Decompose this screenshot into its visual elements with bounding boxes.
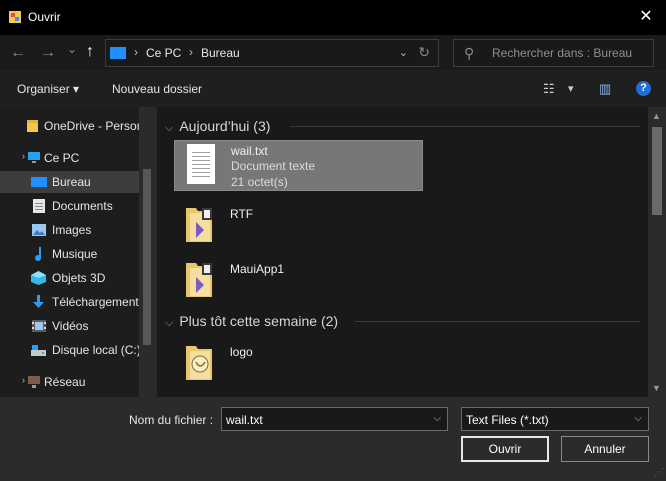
refresh-button[interactable]: ↻ bbox=[418, 44, 430, 61]
group-divider bbox=[290, 126, 640, 127]
search-icon: ⚲ bbox=[464, 45, 475, 61]
sidebar-item-label: Images bbox=[52, 223, 92, 237]
network-icon bbox=[28, 375, 43, 389]
command-bar: Organiser ▾ Nouveau dossier ☷ ▾ ▥ bbox=[0, 70, 666, 107]
breadcrumb-ce-pc[interactable]: Ce PC bbox=[146, 46, 181, 60]
group-header-earlier-this-week[interactable]: ⌵ Plus tôt cette semaine (2) bbox=[165, 313, 338, 330]
filename-label: Nom du fichier : bbox=[129, 413, 214, 427]
new-folder-button[interactable]: Nouveau dossier bbox=[112, 82, 202, 96]
folder-item-rtf[interactable]: RTF bbox=[174, 200, 423, 248]
close-button[interactable]: ✕ bbox=[636, 6, 656, 26]
search-box[interactable]: ⚲ bbox=[453, 39, 654, 67]
forward-button[interactable]: → bbox=[40, 44, 56, 62]
file-type-select[interactable]: Text Files (*.txt) ⌵ bbox=[461, 407, 649, 431]
group-header-label: Aujourd’hui (3) bbox=[179, 118, 271, 134]
sidebar-item-label: Bureau bbox=[52, 175, 91, 189]
objects3d-icon bbox=[31, 271, 46, 285]
title-bar: Ouvrir ✕ bbox=[0, 0, 666, 35]
sidebar-item-objets-3d[interactable]: Objets 3D bbox=[0, 267, 139, 289]
recent-locations-button[interactable]: ⌄ bbox=[67, 42, 77, 56]
computer-icon bbox=[28, 151, 43, 165]
sidebar-item-label: Réseau bbox=[44, 375, 86, 389]
sidebar-item-videos[interactable]: Vidéos bbox=[0, 315, 139, 337]
sidebar-item-bureau[interactable]: Bureau bbox=[0, 171, 139, 193]
file-item-wail-txt[interactable]: wail.txt Document texte 21 octet(s) bbox=[174, 140, 423, 191]
file-size: 21 octet(s) bbox=[231, 175, 288, 189]
sidebar-item-label: Disque local (C:) bbox=[52, 343, 139, 357]
sidebar-item-label: Téléchargements bbox=[52, 295, 139, 309]
file-name: wail.txt bbox=[231, 144, 268, 158]
file-list-scrollbar[interactable]: ▲ ▼ bbox=[648, 107, 666, 397]
scroll-down-arrow-icon[interactable]: ▼ bbox=[652, 383, 661, 393]
desktop-icon bbox=[31, 175, 47, 189]
window-title: Ouvrir bbox=[28, 10, 61, 24]
organise-button[interactable]: Organiser ▾ bbox=[17, 82, 79, 96]
documents-icon bbox=[33, 199, 48, 213]
app-icon bbox=[8, 10, 22, 24]
open-button[interactable]: Ouvrir bbox=[461, 436, 549, 462]
address-bar[interactable]: › Ce PC › Bureau ⌄ ↻ bbox=[105, 39, 439, 67]
sidebar-item-musique[interactable]: Musique bbox=[0, 243, 139, 265]
filename-value[interactable]: wail.txt bbox=[226, 413, 263, 427]
group-header-today[interactable]: ⌵ Aujourd’hui (3) bbox=[165, 118, 270, 135]
file-name: logo bbox=[230, 345, 253, 359]
sidebar-item-label: Documents bbox=[52, 199, 113, 213]
image-folder-icon bbox=[184, 340, 214, 380]
sidebar-item-label: Ce PC bbox=[44, 151, 80, 165]
drive-icon bbox=[31, 343, 46, 357]
search-input[interactable] bbox=[490, 45, 652, 61]
sidebar-item-telechargements[interactable]: Téléchargements bbox=[0, 291, 139, 313]
group-header-label: Plus tôt cette semaine (2) bbox=[179, 313, 339, 329]
folder-item-logo[interactable]: logo bbox=[174, 338, 423, 386]
onedrive-icon bbox=[26, 119, 41, 133]
filename-input[interactable]: wail.txt ⌵ bbox=[221, 407, 448, 431]
breadcrumb-separator: › bbox=[134, 45, 138, 59]
file-name: RTF bbox=[230, 207, 254, 221]
sidebar-item-ce-pc[interactable]: › Ce PC bbox=[0, 147, 139, 169]
filename-dropdown-icon[interactable]: ⌵ bbox=[433, 413, 441, 424]
folder-item-mauiapp1[interactable]: MauiApp1 bbox=[174, 255, 423, 303]
sidebar-item-documents[interactable]: Documents bbox=[0, 195, 139, 217]
sidebar-item-label: OneDrive - Person bbox=[44, 119, 139, 133]
group-divider bbox=[355, 321, 640, 322]
music-icon bbox=[33, 247, 48, 261]
downloads-icon bbox=[32, 295, 47, 309]
scroll-up-arrow-icon[interactable]: ▲ bbox=[652, 111, 661, 121]
file-name: MauiApp1 bbox=[230, 262, 285, 276]
resize-grip-icon[interactable]: ⋰ bbox=[654, 467, 664, 478]
collapse-chevron-icon: ⌵ bbox=[165, 317, 174, 329]
sidebar-item-reseau[interactable]: › Réseau bbox=[0, 371, 139, 393]
view-dropdown-button[interactable]: ▾ bbox=[568, 82, 574, 95]
preview-pane-icon[interactable]: ▥ bbox=[599, 81, 611, 97]
videos-icon bbox=[32, 319, 47, 333]
sidebar-scrollbar[interactable] bbox=[139, 107, 155, 397]
sidebar-scrollbar-thumb[interactable] bbox=[143, 169, 151, 345]
sidebar-item-onedrive[interactable]: OneDrive - Person bbox=[0, 115, 139, 137]
breadcrumb-separator: › bbox=[189, 45, 193, 59]
breadcrumb-bureau[interactable]: Bureau bbox=[201, 46, 240, 60]
visual-studio-folder-icon bbox=[184, 257, 214, 297]
help-icon[interactable]: ? bbox=[636, 81, 651, 96]
visual-studio-folder-icon bbox=[184, 202, 214, 242]
sidebar-item-label: Objets 3D bbox=[52, 271, 106, 285]
file-type-value: Text Files (*.txt) bbox=[466, 413, 549, 427]
text-document-icon bbox=[187, 144, 215, 184]
file-type: Document texte bbox=[231, 159, 316, 173]
change-view-icon[interactable]: ☷ bbox=[543, 81, 555, 97]
back-button[interactable]: ← bbox=[10, 44, 26, 62]
up-button[interactable]: ↑ bbox=[86, 43, 94, 61]
address-dropdown-button[interactable]: ⌄ bbox=[399, 46, 408, 59]
sidebar-item-disque-local[interactable]: Disque local (C:) bbox=[0, 339, 139, 361]
file-list-scrollbar-thumb[interactable] bbox=[652, 127, 662, 215]
collapse-chevron-icon: ⌵ bbox=[165, 122, 174, 134]
images-icon bbox=[32, 223, 47, 237]
sidebar-item-images[interactable]: Images bbox=[0, 219, 139, 241]
computer-icon bbox=[110, 47, 126, 59]
sidebar-item-label: Musique bbox=[52, 247, 98, 261]
cancel-button[interactable]: Annuler bbox=[561, 436, 649, 462]
file-type-dropdown-icon[interactable]: ⌵ bbox=[634, 413, 642, 424]
sidebar-item-label: Vidéos bbox=[52, 319, 89, 333]
